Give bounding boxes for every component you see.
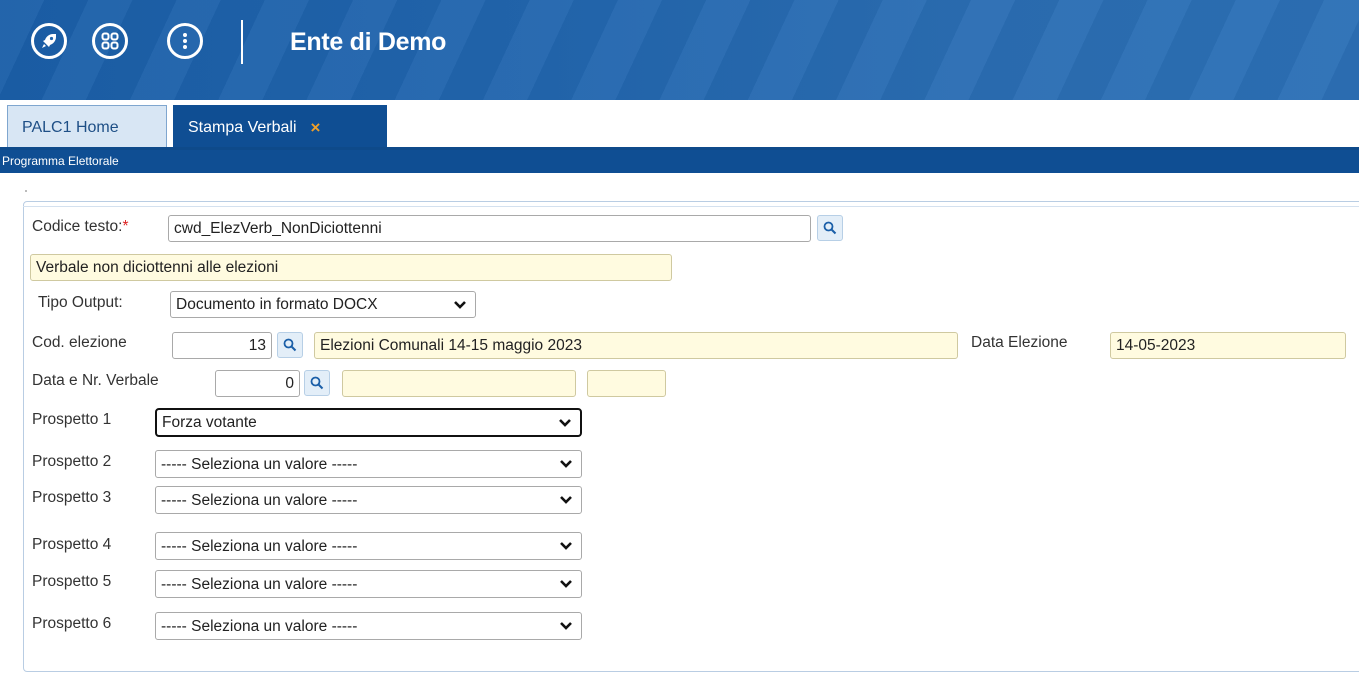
header-background (0, 0, 1359, 100)
apps-button[interactable] (92, 23, 128, 59)
prospetto-6-value: ----- Seleziona un valore ----- (161, 617, 358, 635)
search-icon (823, 221, 837, 235)
chevron-down-icon (559, 418, 571, 427)
rocket-button[interactable] (31, 23, 67, 59)
prospetto-1-label: Prospetto 1 (32, 411, 112, 428)
tipo-output-label: Tipo Output: (38, 294, 123, 311)
chevron-down-icon (560, 622, 572, 630)
close-icon[interactable]: × (311, 118, 321, 138)
tipo-output-value: Documento in formato DOCX (176, 296, 378, 313)
rocket-icon (42, 34, 56, 48)
verbale-input[interactable]: 0 (215, 370, 300, 397)
chevron-down-icon (560, 496, 572, 504)
prospetto-3-value: ----- Seleziona un valore ----- (161, 491, 358, 509)
tipo-output-select[interactable]: Documento in formato DOCX (170, 291, 476, 318)
more-button[interactable] (167, 23, 203, 59)
app-header: Ente di Demo (0, 0, 1359, 100)
codice-testo-label: Codice testo:* (32, 218, 129, 235)
verbale-lookup-button[interactable] (304, 370, 330, 396)
prospetto-5-value: ----- Seleziona un valore ----- (161, 575, 358, 593)
data-elezione-label: Data Elezione (971, 334, 1068, 351)
tab-stampa-verbali[interactable]: Stampa Verbali × (173, 105, 387, 149)
prospetto-4-label: Prospetto 4 (32, 536, 112, 553)
descrizione-testo-field: Verbale non diciottenni alle elezioni (30, 254, 672, 281)
panel-divider (23, 206, 1359, 207)
tab-label: Stampa Verbali (188, 118, 297, 136)
chevron-down-icon (560, 580, 572, 588)
nr-verbale-field (587, 370, 666, 397)
prospetto-4-value: ----- Seleziona un valore ----- (161, 537, 358, 555)
apps-grid-icon (101, 32, 119, 50)
prospetto-1-select[interactable]: Forza votante (155, 408, 582, 437)
cod-elezione-lookup-button[interactable] (277, 332, 303, 358)
required-mark: * (122, 218, 129, 235)
prospetto-6-label: Prospetto 6 (32, 615, 112, 632)
cod-elezione-label: Cod. elezione (32, 334, 127, 351)
search-icon (310, 376, 324, 390)
chevron-down-icon (454, 300, 466, 309)
search-icon (283, 338, 297, 352)
tab-palc1-home[interactable]: PALC1 Home (7, 105, 167, 149)
app-title: Ente di Demo (290, 28, 447, 56)
prospetto-2-label: Prospetto 2 (32, 453, 112, 470)
prospetto-5-select[interactable]: ----- Seleziona un valore ----- (155, 570, 582, 598)
data-elezione-field: 14-05-2023 (1110, 332, 1346, 359)
tab-label: PALC1 Home (22, 118, 119, 136)
more-vertical-icon (183, 33, 187, 49)
prospetto-2-select[interactable]: ----- Seleziona un valore ----- (155, 450, 582, 478)
drag-handle-dot (25, 190, 27, 192)
prospetto-1-value: Forza votante (162, 414, 257, 431)
chevron-down-icon (560, 460, 572, 468)
header-separator (241, 20, 243, 64)
data-verbale-field (342, 370, 576, 397)
prospetto-6-select[interactable]: ----- Seleziona un valore ----- (155, 612, 582, 640)
codice-testo-lookup-button[interactable] (817, 215, 843, 241)
elezione-descrizione-field: Elezioni Comunali 14-15 maggio 2023 (314, 332, 958, 359)
prospetto-4-select[interactable]: ----- Seleziona un valore ----- (155, 532, 582, 560)
cod-elezione-input[interactable]: 13 (172, 332, 272, 359)
breadcrumb: Programma Elettorale (0, 150, 1359, 173)
prospetto-3-select[interactable]: ----- Seleziona un valore ----- (155, 486, 582, 514)
prospetto-5-label: Prospetto 5 (32, 573, 112, 590)
data-nr-verbale-label: Data e Nr. Verbale (32, 372, 159, 389)
prospetto-2-value: ----- Seleziona un valore ----- (161, 455, 358, 473)
codice-testo-input[interactable]: cwd_ElezVerb_NonDiciottenni (168, 215, 811, 242)
prospetto-3-label: Prospetto 3 (32, 489, 112, 506)
chevron-down-icon (560, 542, 572, 550)
